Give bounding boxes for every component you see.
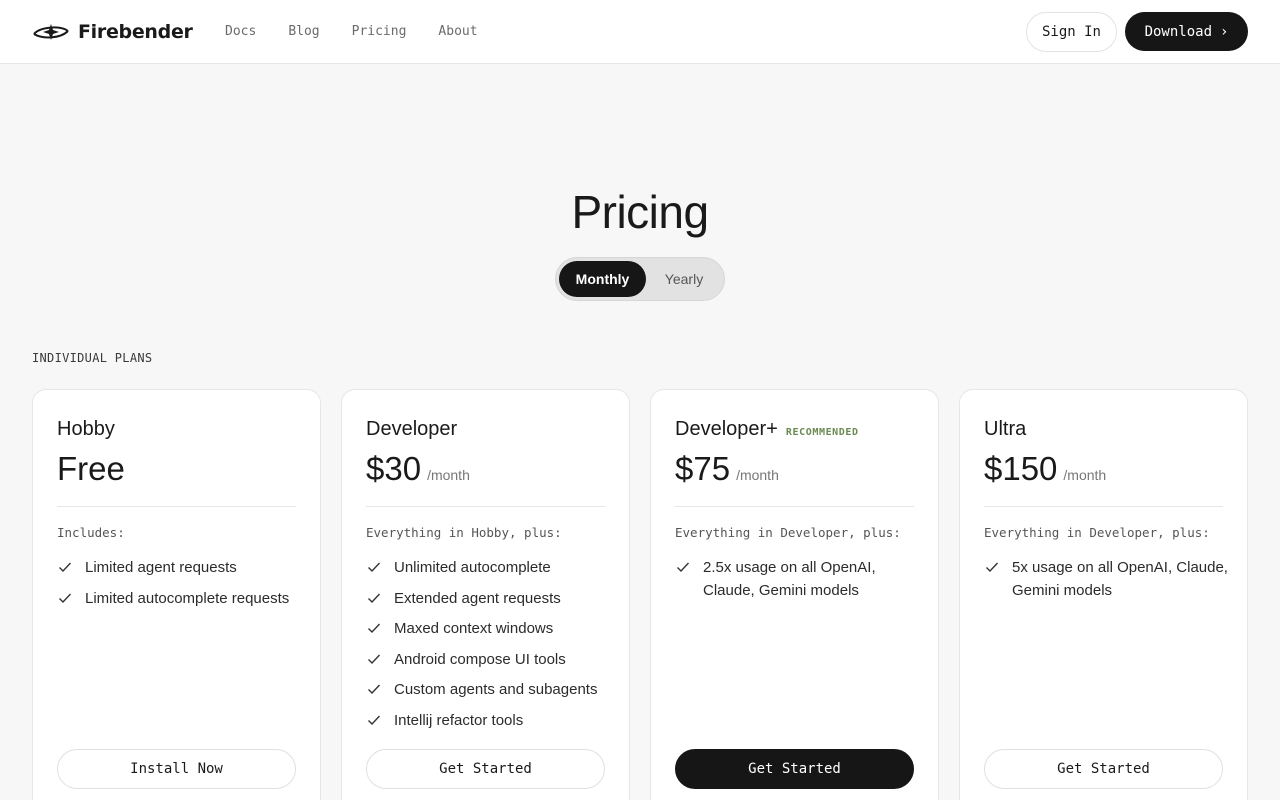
feature-item: 2.5x usage on all OpenAI, Claude, Gemini… — [675, 557, 920, 602]
feature-text: Limited agent requests — [85, 559, 237, 576]
feature-item: Extended agent requests — [366, 588, 611, 611]
divider — [57, 506, 296, 507]
plan-name-row: Hobby — [57, 417, 115, 441]
feature-item: Limited autocomplete requests — [57, 588, 302, 611]
feature-item: 5x usage on all OpenAI, Claude, Gemini m… — [984, 557, 1229, 602]
recommended-badge: RECOMMENDED — [785, 427, 859, 438]
feature-item: Maxed context windows — [366, 618, 611, 641]
feature-list: 2.5x usage on all OpenAI, Claude, Gemini… — [675, 557, 920, 610]
nav-link-docs[interactable]: Docs — [225, 23, 256, 41]
checkmark-icon — [368, 623, 381, 634]
feature-text: Limited autocomplete requests — [85, 589, 290, 607]
billing-period-toggle: Monthly Yearly — [555, 257, 725, 301]
sign-in-button[interactable]: Sign In — [1026, 12, 1117, 52]
checkmark-icon — [368, 715, 381, 725]
get-started-button[interactable]: Get Started — [984, 749, 1223, 789]
install-now-button[interactable]: Install Now — [57, 749, 296, 789]
plan-name-row: Ultra — [984, 417, 1026, 441]
price-value: $30 — [366, 450, 422, 487]
checkmark-icon — [368, 654, 381, 664]
feature-text: Intellij refactor tools — [394, 711, 524, 729]
feature-item: Unlimited autocomplete — [366, 557, 611, 580]
brand-logo[interactable]: Firebender — [32, 18, 193, 46]
section-label-individual-plans: INDIVIDUAL PLANS — [32, 351, 153, 365]
price-value: Free — [57, 450, 125, 487]
download-button[interactable]: Download › — [1125, 12, 1248, 51]
top-navigation-bar: Firebender Docs Blog Pricing About Sign … — [0, 0, 1280, 64]
feature-text: 2.5x usage on all OpenAI, Claude, Gemini… — [703, 559, 876, 599]
feature-item: Limited agent requests — [57, 557, 302, 580]
plan-price: $30 /month — [366, 450, 470, 488]
toggle-monthly[interactable]: Monthly — [559, 261, 646, 297]
includes-label: Includes: — [57, 525, 125, 540]
plan-card-developer-plus: Developer+ RECOMMENDED $75 /month Everyt… — [650, 389, 939, 800]
checkmark-icon — [59, 593, 72, 603]
checkmark-icon — [368, 562, 381, 573]
price-value: $150 — [984, 450, 1058, 487]
feature-list: Limited agent requests Limited autocompl… — [57, 557, 302, 618]
plan-name-row: Developer — [366, 417, 457, 441]
price-unit: /month — [736, 467, 779, 483]
plan-name: Developer — [366, 418, 458, 440]
nav-link-blog[interactable]: Blog — [288, 23, 319, 41]
divider — [984, 506, 1223, 507]
feature-text: Custom agents and subagents — [394, 681, 598, 698]
divider — [366, 506, 605, 507]
feature-list: Unlimited autocomplete Extended agent re… — [366, 557, 611, 740]
feature-text: Extended agent requests — [394, 589, 561, 607]
feature-text: 5x usage on all OpenAI, Claude, Gemini m… — [1012, 559, 1228, 599]
includes-label: Everything in Developer, plus: — [675, 525, 901, 540]
checkmark-icon — [677, 562, 690, 573]
plan-name-row: Developer+ RECOMMENDED — [675, 417, 859, 445]
get-started-button[interactable]: Get Started — [675, 749, 914, 789]
checkmark-icon — [986, 562, 999, 573]
plan-card-hobby: Hobby Free Includes: Limited agent reque… — [32, 389, 321, 800]
feature-list: 5x usage on all OpenAI, Claude, Gemini m… — [984, 557, 1229, 610]
includes-label: Everything in Hobby, plus: — [366, 525, 562, 540]
plan-name: Hobby — [57, 418, 115, 440]
checkmark-icon — [59, 562, 72, 573]
plan-price: $150 /month — [984, 450, 1106, 488]
brand-name: Firebender — [78, 21, 193, 43]
feature-text: Unlimited autocomplete — [394, 559, 551, 576]
firebender-logo-icon — [33, 24, 69, 40]
page-title: Pricing — [571, 186, 709, 238]
divider — [675, 506, 914, 507]
plan-card-ultra: Ultra $150 /month Everything in Develope… — [959, 389, 1248, 800]
main-nav: Docs Blog Pricing About — [225, 23, 478, 41]
chevron-right-icon: › — [1220, 23, 1229, 40]
plan-card-developer: Developer $30 /month Everything in Hobby… — [341, 389, 630, 800]
checkmark-icon — [368, 684, 381, 695]
feature-text: Maxed context windows — [394, 620, 554, 637]
feature-item: Intellij refactor tools — [366, 710, 611, 733]
feature-text: Android compose UI tools — [394, 650, 566, 668]
download-label: Download — [1144, 23, 1212, 40]
checkmark-icon — [368, 593, 381, 603]
feature-item: Custom agents and subagents — [366, 679, 611, 702]
nav-link-pricing[interactable]: Pricing — [352, 23, 407, 41]
plan-price: $75 /month — [675, 450, 779, 488]
nav-link-about[interactable]: About — [438, 23, 477, 41]
toggle-yearly[interactable]: Yearly — [646, 261, 722, 297]
feature-item: Android compose UI tools — [366, 649, 611, 672]
price-value: $75 — [675, 450, 731, 487]
price-unit: /month — [427, 467, 470, 483]
plan-name: Developer+ — [675, 418, 778, 440]
plan-price: Free — [57, 450, 125, 488]
price-unit: /month — [1063, 467, 1107, 483]
get-started-button[interactable]: Get Started — [366, 749, 605, 789]
includes-label: Everything in Developer, plus: — [984, 525, 1210, 540]
plan-name: Ultra — [984, 418, 1027, 440]
